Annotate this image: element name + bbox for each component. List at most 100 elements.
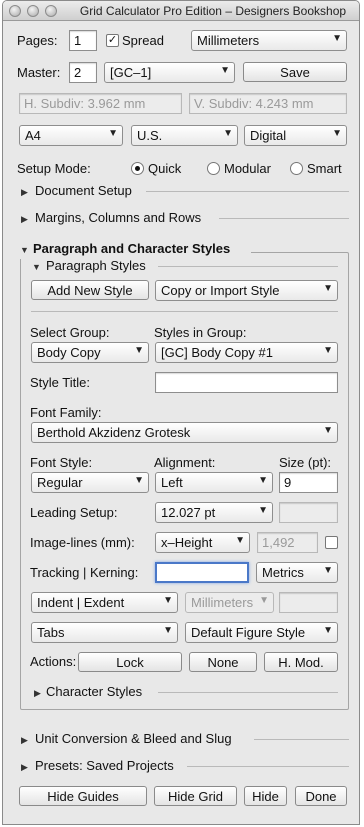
master-select[interactable]: [GC–1] ▼ (104, 62, 235, 83)
select-group-select[interactable]: Body Copy ▼ (31, 342, 149, 363)
pages-input[interactable]: 1 (69, 30, 97, 51)
disclosure-right-icon[interactable]: ▶ (21, 187, 28, 198)
indent-exdent-select[interactable]: Indent | Exdent ▼ (31, 592, 178, 613)
font-family-select[interactable]: Berthold Akzidenz Grotesk ▼ (31, 422, 338, 443)
divider (31, 311, 338, 312)
hide-grid-button[interactable]: Hide Grid (154, 786, 237, 806)
indent-units-value: Millimeters (191, 595, 254, 610)
save-button[interactable]: Save (243, 62, 347, 82)
select-group-value: Body Copy (37, 345, 101, 360)
copy-import-value: Copy or Import Style (161, 283, 280, 298)
character-styles-header[interactable]: Character Styles (46, 684, 142, 699)
image-lines-select[interactable]: x–Height ▼ (155, 532, 250, 553)
image-lines-label: Image-lines (mm): (30, 535, 135, 550)
modular-radio[interactable] (207, 162, 220, 175)
size-input[interactable]: 9 (279, 472, 338, 493)
image-lines-input[interactable]: 1,492 (257, 532, 318, 553)
font-style-value: Regular (37, 475, 83, 490)
units-select[interactable]: Millimeters ▼ (191, 30, 347, 51)
chevron-down-icon: ▼ (223, 128, 233, 139)
tabs-select[interactable]: Tabs ▼ (31, 622, 178, 643)
tabs-value: Tabs (37, 625, 65, 640)
disclosure-right-icon[interactable]: ▶ (34, 688, 41, 699)
image-lines-checkbox[interactable] (325, 536, 338, 549)
master-input[interactable]: 2 (69, 62, 97, 83)
font-style-select[interactable]: Regular ▼ (31, 472, 149, 493)
smart-radio[interactable] (290, 162, 303, 175)
tracking-kerning-label: Tracking | Kerning: (30, 565, 139, 580)
leading-custom-input[interactable] (279, 502, 338, 523)
quick-label: Quick (148, 161, 182, 176)
style-title-label: Style Title: (30, 375, 90, 390)
chevron-down-icon: ▼ (258, 475, 268, 486)
alignment-value: Left (161, 475, 183, 490)
chevron-down-icon: ▼ (258, 505, 268, 516)
kerning-value: Metrics (262, 565, 304, 580)
divider (187, 766, 349, 767)
minimize-window-button[interactable] (27, 5, 39, 17)
disclosure-right-icon[interactable]: ▶ (21, 735, 28, 746)
paragraph-styles-header[interactable]: Paragraph Styles (46, 258, 146, 273)
copy-import-select[interactable]: Copy or Import Style ▼ (155, 280, 338, 301)
none-button[interactable]: None (189, 652, 257, 672)
v-subdiv-field[interactable]: V. Subdiv: 4.243 mm (189, 93, 347, 114)
disclosure-down-icon[interactable]: ▼ (32, 262, 41, 272)
spread-checkbox[interactable]: ✓ (106, 34, 119, 47)
unit-conversion-header[interactable]: Unit Conversion & Bleed and Slug (35, 731, 232, 746)
indent-exdent-value: Indent | Exdent (37, 595, 125, 610)
indent-value-input[interactable] (279, 592, 338, 613)
pages-label: Pages: (17, 33, 58, 48)
disclosure-down-icon[interactable]: ▼ (20, 245, 29, 255)
tracking-input[interactable] (155, 562, 249, 583)
disclosure-right-icon[interactable]: ▶ (21, 214, 28, 225)
select-group-label: Select Group: (30, 325, 110, 340)
hide-guides-button[interactable]: Hide Guides (19, 786, 147, 806)
figure-style-select[interactable]: Default Figure Style ▼ (185, 622, 338, 643)
chevron-down-icon: ▼ (163, 625, 173, 636)
para-char-header[interactable]: Paragraph and Character Styles (33, 241, 230, 256)
output-select[interactable]: Digital ▼ (244, 125, 347, 146)
chevron-down-icon: ▼ (134, 475, 144, 486)
window-title: Grid Calculator Pro Edition – Designers … (79, 4, 347, 18)
region-select[interactable]: U.S. ▼ (131, 125, 238, 146)
add-new-style-button[interactable]: Add New Style (31, 280, 149, 300)
figure-style-value: Default Figure Style (191, 625, 306, 640)
h-mod-button[interactable]: H. Mod. (264, 652, 338, 672)
output-value: Digital (250, 128, 287, 143)
indent-units-select[interactable]: Millimeters ▼ (185, 592, 274, 613)
chevron-down-icon: ▼ (163, 595, 173, 606)
leading-value: 12.027 pt (161, 505, 216, 520)
chevron-down-icon: ▼ (259, 595, 269, 606)
quick-radio[interactable] (131, 162, 144, 175)
style-title-input[interactable] (155, 372, 338, 393)
size-label: Size (pt): (279, 455, 332, 470)
alignment-label: Alignment: (154, 455, 216, 470)
lock-button[interactable]: Lock (78, 652, 182, 672)
done-button[interactable]: Done (295, 786, 347, 806)
hide-button[interactable]: Hide (244, 786, 287, 806)
divider (158, 692, 338, 693)
leading-select[interactable]: 12.027 pt ▼ (155, 502, 273, 523)
h-subdiv-field[interactable]: H. Subdiv: 3.962 mm (19, 93, 182, 114)
styles-in-group-select[interactable]: [GC] Body Copy #1 ▼ (155, 342, 338, 363)
page-size-select[interactable]: A4 ▼ (19, 125, 123, 146)
kerning-select[interactable]: Metrics ▼ (256, 562, 338, 583)
presets-header[interactable]: Presets: Saved Projects (35, 758, 174, 773)
document-setup-header[interactable]: Document Setup (35, 183, 132, 198)
units-value: Millimeters (197, 33, 260, 48)
actions-label: Actions: (30, 654, 77, 669)
font-style-label: Font Style: (30, 455, 93, 470)
chevron-down-icon: ▼ (323, 625, 333, 636)
zoom-window-button[interactable] (45, 5, 57, 17)
app-window: Grid Calculator Pro Edition – Designers … (2, 0, 360, 825)
styles-in-group-label: Styles in Group: (154, 325, 247, 340)
chevron-down-icon: ▼ (323, 345, 333, 356)
margins-header[interactable]: Margins, Columns and Rows (35, 210, 201, 225)
close-window-button[interactable] (9, 5, 21, 17)
chevron-down-icon: ▼ (323, 283, 333, 294)
alignment-select[interactable]: Left ▼ (155, 472, 273, 493)
leading-label: Leading Setup: (30, 505, 118, 520)
chevron-down-icon: ▼ (220, 65, 230, 76)
chevron-down-icon: ▼ (323, 425, 333, 436)
disclosure-right-icon[interactable]: ▶ (21, 762, 28, 773)
